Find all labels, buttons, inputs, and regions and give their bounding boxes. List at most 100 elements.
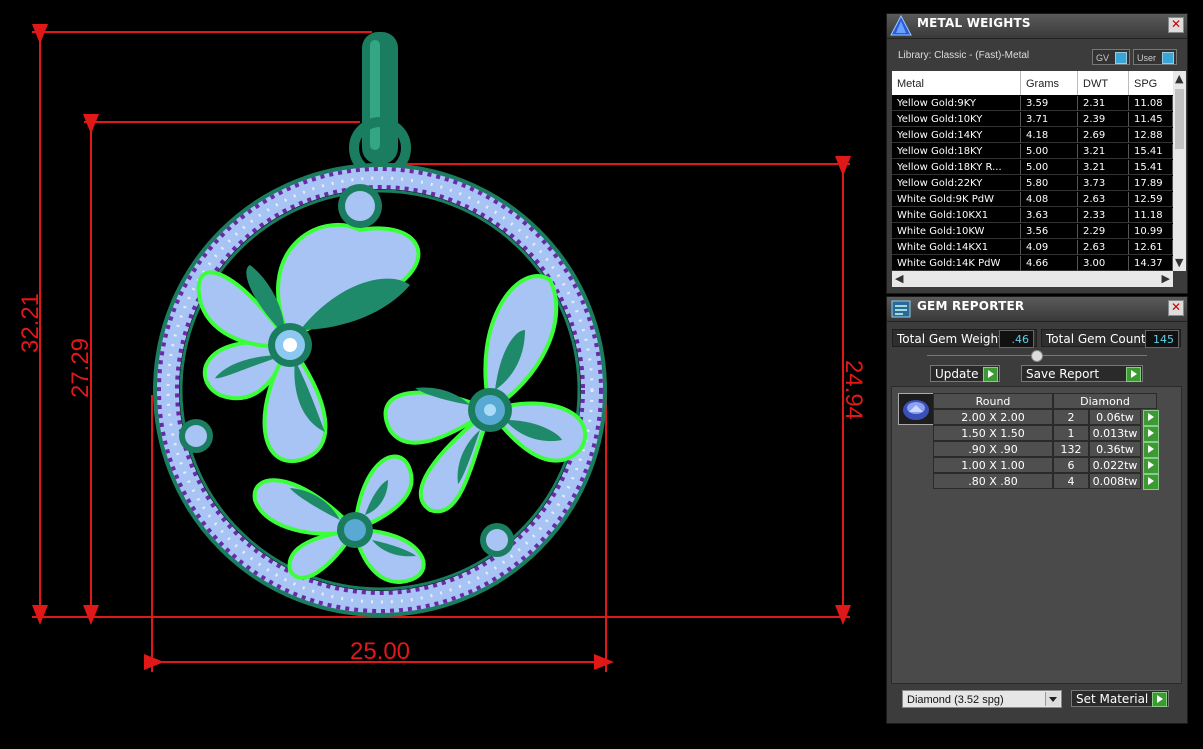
gem-count: 4 [1053, 473, 1089, 489]
cell-grams: 4.18 [1021, 128, 1078, 143]
table-row[interactable]: Yellow Gold:14KY 4.18 2.69 12.88 [892, 128, 1173, 144]
cell-metal: White Gold:10KW [892, 224, 1021, 239]
gem-row-select-button[interactable] [1143, 442, 1159, 458]
cell-spg: 12.88 [1129, 128, 1173, 143]
scroll-thumb[interactable] [1175, 89, 1184, 149]
update-button[interactable]: Update [930, 365, 1000, 382]
table-row[interactable]: White Gold:10KW 3.56 2.29 10.99 [892, 224, 1173, 240]
gem-size: 2.00 X 2.00 [933, 409, 1053, 425]
scroll-right-icon[interactable]: ▶ [1162, 272, 1170, 286]
material-select[interactable]: Diamond (3.52 spg) [902, 690, 1062, 708]
table-row[interactable]: White Gold:9K PdW 4.08 2.63 12.59 [892, 192, 1173, 208]
cell-spg: 11.18 [1129, 208, 1173, 223]
close-icon[interactable]: ✕ [1168, 17, 1184, 33]
cell-dwt: 3.21 [1078, 160, 1129, 175]
round-gem-icon[interactable] [898, 393, 934, 425]
gem-reporter-icon [891, 300, 911, 318]
cell-metal: Yellow Gold:14KY [892, 128, 1021, 143]
cell-dwt: 2.69 [1078, 128, 1129, 143]
cell-metal: Yellow Gold:10KY [892, 112, 1021, 127]
scroll-left-icon[interactable]: ◀ [895, 272, 903, 286]
table-row[interactable]: White Gold:10KX1 3.63 2.33 11.18 [892, 208, 1173, 224]
table-row[interactable]: Yellow Gold:10KY 3.71 2.39 11.45 [892, 112, 1173, 128]
cell-metal: Yellow Gold:22KY [892, 176, 1021, 191]
close-icon[interactable]: ✕ [1168, 300, 1184, 316]
cell-dwt: 2.29 [1078, 224, 1129, 239]
gem-row-select-button[interactable] [1143, 410, 1159, 426]
cell-dwt: 3.73 [1078, 176, 1129, 191]
save-report-button-label: Save Report [1026, 367, 1100, 381]
cell-spg: 12.59 [1129, 192, 1173, 207]
cell-grams: 3.59 [1021, 96, 1078, 111]
metal-weights-header: Metal Grams DWT SPG [892, 71, 1173, 95]
flower-right [383, 274, 588, 514]
table-row[interactable]: White Gold:14K PdW 4.66 3.00 14.37 [892, 256, 1173, 271]
cell-spg: 11.45 [1129, 112, 1173, 127]
table-row[interactable]: Yellow Gold:18KY 5.00 3.21 15.41 [892, 144, 1173, 160]
cell-spg: 14.37 [1129, 256, 1173, 271]
scroll-down-icon[interactable]: ▼ [1175, 256, 1183, 270]
cell-grams: 4.08 [1021, 192, 1078, 207]
gem-row-select-button[interactable] [1143, 458, 1159, 474]
table-row[interactable]: White Gold:14KX1 4.09 2.63 12.61 [892, 240, 1173, 256]
dim-inner-height: 27.29 [67, 338, 94, 398]
column-header-dwt[interactable]: DWT [1078, 71, 1129, 95]
cell-grams: 4.09 [1021, 240, 1078, 255]
gem-reporter-titlebar[interactable]: GEM REPORTER ✕ [887, 297, 1187, 322]
3d-viewport[interactable]: 32.21 27.29 24.94 25.00 [0, 0, 885, 749]
gem-reporter-panel: GEM REPORTER ✕ Total Gem Weight .46 Tota… [886, 296, 1188, 724]
gem-row-select-button[interactable] [1143, 474, 1159, 490]
library-label: Library: Classic - (Fast)-Metal [898, 50, 1030, 61]
column-header-spg[interactable]: SPG [1129, 71, 1173, 95]
cell-spg: 15.41 [1129, 160, 1173, 175]
scroll-up-icon[interactable]: ▲ [1175, 72, 1183, 86]
cell-dwt: 2.63 [1078, 192, 1129, 207]
cell-grams: 3.71 [1021, 112, 1078, 127]
table-row[interactable]: Yellow Gold:18KY R... 5.00 3.21 15.41 [892, 160, 1173, 176]
gem-size: .80 X .80 [933, 473, 1053, 489]
gem-total-weight: 0.022tw [1089, 457, 1141, 473]
collapse-handle-icon[interactable] [1031, 350, 1043, 362]
metal-weights-titlebar[interactable]: METAL WEIGHTS ✕ [887, 14, 1187, 39]
update-button-label: Update [935, 367, 979, 381]
gem-total-weight: 0.06tw [1089, 409, 1141, 425]
column-header-grams[interactable]: Grams [1021, 71, 1078, 95]
gem-total-weight: 0.013tw [1089, 425, 1141, 441]
gem-row-select-button[interactable] [1143, 426, 1159, 442]
chevron-down-icon[interactable] [1045, 692, 1060, 706]
metal-weights-icon [890, 15, 912, 36]
user-toggle[interactable]: User [1133, 49, 1177, 65]
cell-dwt: 3.21 [1078, 144, 1129, 159]
total-gem-weight-value: .46 [999, 330, 1034, 348]
cell-metal: White Gold:14K PdW [892, 256, 1021, 271]
pendant-model-render: 32.21 27.29 24.94 25.00 [17, 24, 867, 672]
material-select-value: Diamond (3.52 spg) [907, 694, 1004, 706]
column-header-metal[interactable]: Metal [892, 71, 1021, 95]
set-material-button[interactable]: Set Material [1071, 690, 1169, 707]
dim-width: 25.00 [350, 638, 410, 665]
gem-size: 1.00 X 1.00 [933, 457, 1053, 473]
pendant-bail [349, 32, 411, 179]
cell-grams: 5.80 [1021, 176, 1078, 191]
table-row[interactable]: Yellow Gold:9KY 3.59 2.31 11.08 [892, 96, 1173, 112]
gem-report-area: Round Diamond 2.00 X 2.00 2 0.06tw 1.50 X 1… [891, 386, 1182, 684]
vertical-scrollbar[interactable]: ▲ ▼ [1173, 71, 1186, 271]
cell-dwt: 2.63 [1078, 240, 1129, 255]
horizontal-scrollbar[interactable]: ◀ ▶ [892, 271, 1173, 287]
metal-weights-table: Metal Grams DWT SPG Yellow Gold:9KY 3.59 2… [892, 71, 1173, 271]
cell-spg: 17.89 [1129, 176, 1173, 191]
gem-count: 2 [1053, 409, 1089, 425]
table-row[interactable]: Yellow Gold:22KY 5.80 3.73 17.89 [892, 176, 1173, 192]
gem-count: 132 [1053, 441, 1089, 457]
gem-count: 1 [1053, 425, 1089, 441]
material-header-diamond: Diamond [1053, 393, 1157, 409]
user-toggle-label: User [1137, 53, 1157, 63]
dimension-lines [32, 24, 851, 672]
gv-toggle[interactable]: GV [1092, 49, 1130, 65]
total-gem-count-value: 145 [1145, 330, 1179, 348]
cell-grams: 4.66 [1021, 256, 1078, 271]
save-report-button[interactable]: Save Report [1021, 365, 1143, 382]
gv-toggle-knob [1115, 52, 1127, 64]
cell-metal: White Gold:14KX1 [892, 240, 1021, 255]
cell-grams: 5.00 [1021, 144, 1078, 159]
